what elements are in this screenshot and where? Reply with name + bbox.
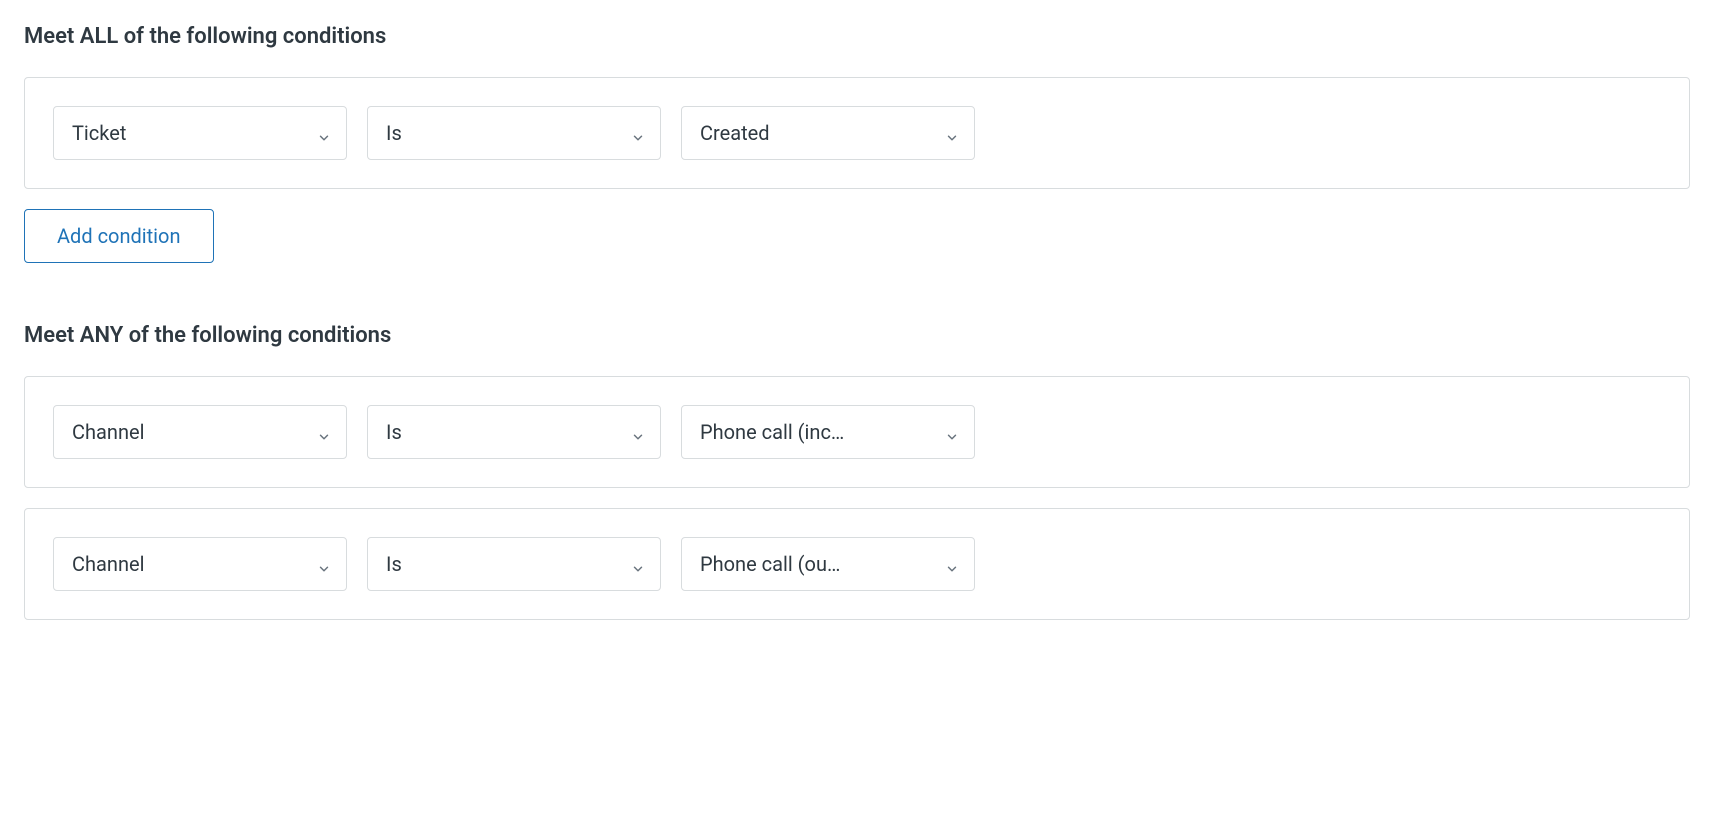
condition-value-select[interactable]: Phone call (ou… <box>681 537 975 591</box>
condition-row: Channel Is Phone call (inc… <box>24 376 1690 488</box>
condition-field-wrapper: Channel <box>53 405 347 459</box>
all-conditions-section: Meet ALL of the following conditions Tic… <box>24 24 1690 263</box>
add-condition-button[interactable]: Add condition <box>24 209 214 263</box>
condition-operator-select[interactable]: Is <box>367 405 661 459</box>
condition-row: Channel Is Phone call (ou… <box>24 508 1690 620</box>
condition-row: Ticket Is Created <box>24 77 1690 189</box>
condition-value-wrapper: Created <box>681 106 975 160</box>
condition-operator-select[interactable]: Is <box>367 106 661 160</box>
condition-operator-wrapper: Is <box>367 106 661 160</box>
condition-field-wrapper: Channel <box>53 537 347 591</box>
condition-value-wrapper: Phone call (inc… <box>681 405 975 459</box>
condition-value-select[interactable]: Created <box>681 106 975 160</box>
condition-field-select[interactable]: Channel <box>53 405 347 459</box>
condition-field-wrapper: Ticket <box>53 106 347 160</box>
condition-value-wrapper: Phone call (ou… <box>681 537 975 591</box>
condition-field-select[interactable]: Channel <box>53 537 347 591</box>
all-section-title: Meet ALL of the following conditions <box>24 24 1690 49</box>
condition-operator-wrapper: Is <box>367 537 661 591</box>
condition-field-select[interactable]: Ticket <box>53 106 347 160</box>
any-section-title: Meet ANY of the following conditions <box>24 323 1690 348</box>
condition-operator-wrapper: Is <box>367 405 661 459</box>
condition-value-select[interactable]: Phone call (inc… <box>681 405 975 459</box>
condition-operator-select[interactable]: Is <box>367 537 661 591</box>
any-conditions-section: Meet ANY of the following conditions Cha… <box>24 323 1690 620</box>
